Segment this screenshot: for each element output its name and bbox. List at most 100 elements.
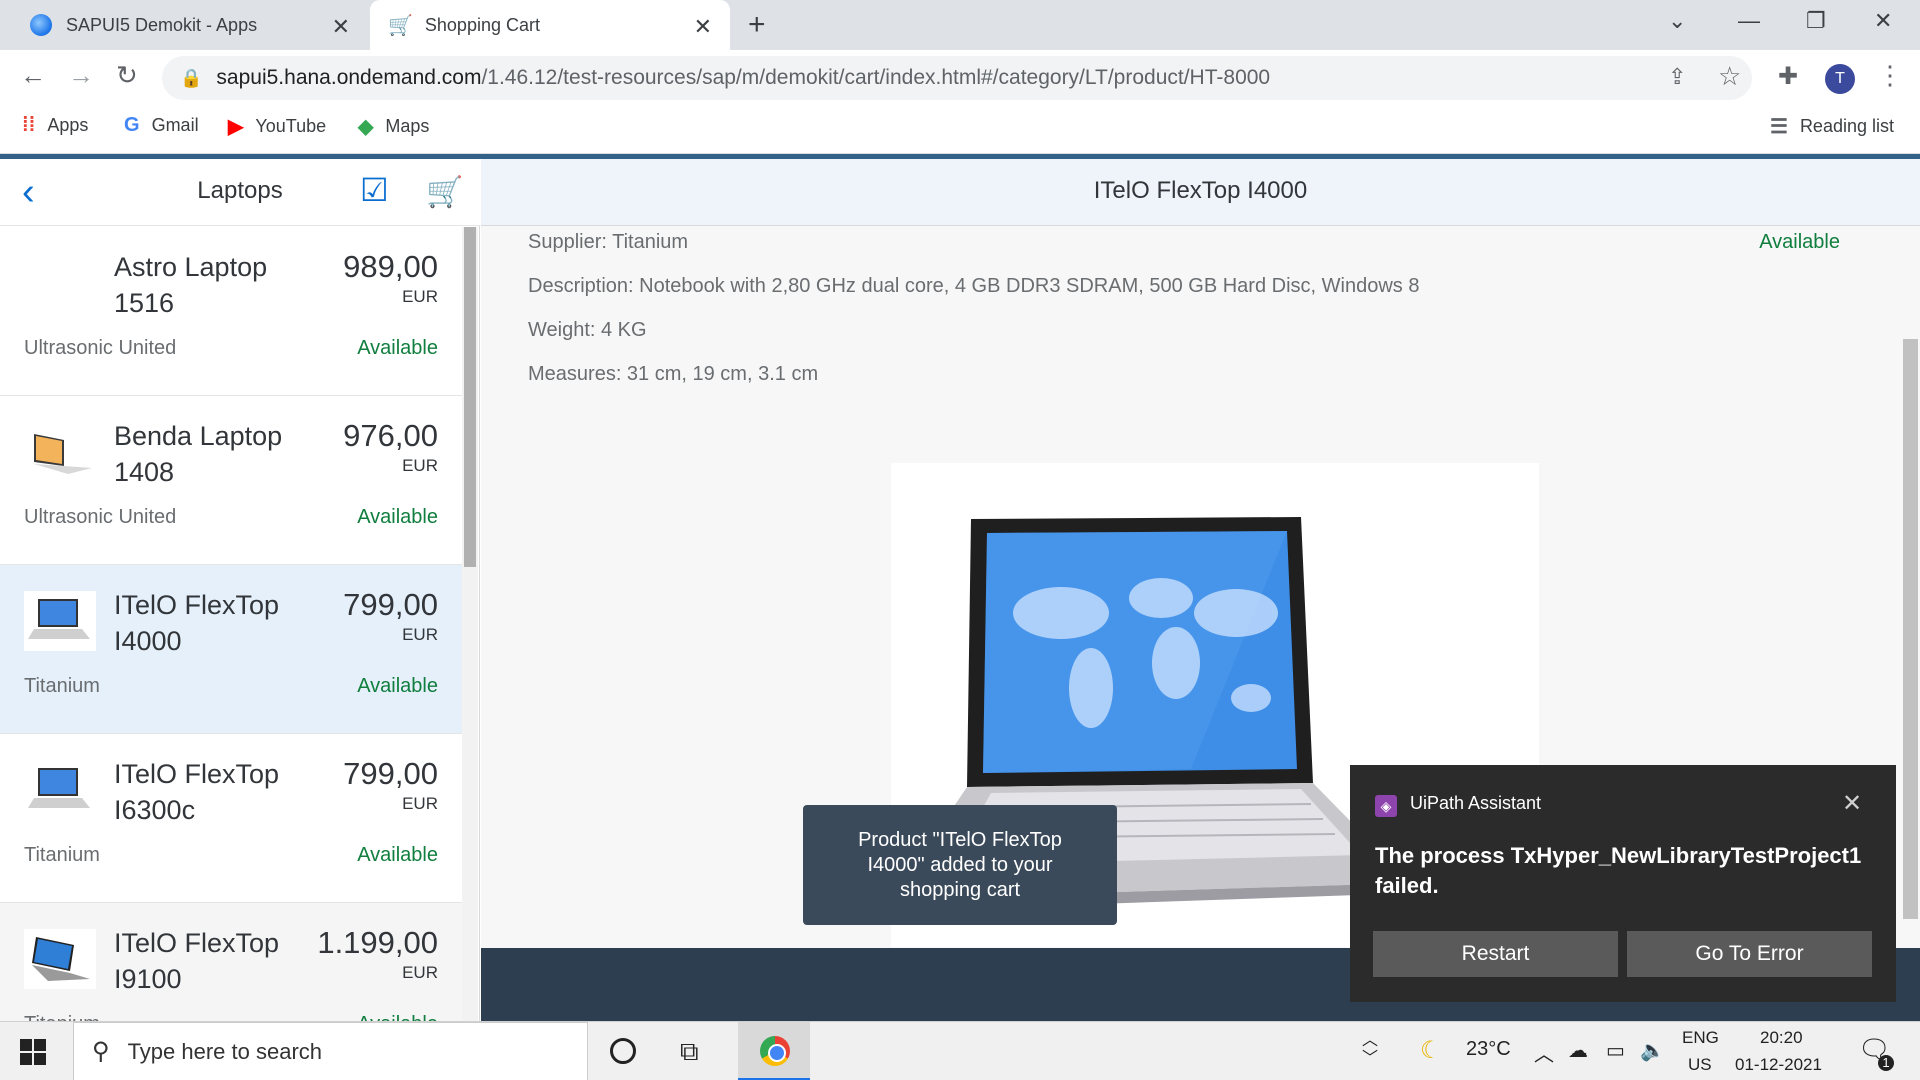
- go-to-error-button[interactable]: Go To Error: [1627, 931, 1872, 977]
- tab-title: Shopping Cart: [424, 14, 540, 35]
- avatar[interactable]: T: [1825, 64, 1855, 94]
- lock-icon: 🔒: [180, 67, 203, 88]
- product-status: Available: [357, 337, 438, 359]
- shopping-cart-icon[interactable]: 🛒: [426, 175, 463, 210]
- list-item[interactable]: ITelO FlexTop I6300c 799,00 EUR Titanium…: [0, 734, 462, 903]
- product-currency: EUR: [402, 456, 438, 475]
- product-price: 989,00: [343, 249, 438, 284]
- reading-list-icon: ☰: [1770, 116, 1788, 138]
- bookmark-youtube[interactable]: ▶ YouTube: [228, 114, 326, 139]
- product-supplier: Titanium: [24, 675, 100, 697]
- list-item-selected[interactable]: ITelO FlexTop I4000 799,00 EUR Titanium …: [0, 565, 462, 734]
- master-pane: ‹ Laptops ☑ 🛒 Astro Laptop 1516 989,00 E…: [0, 159, 480, 1021]
- product-name: ITelO FlexTop I4000: [114, 590, 280, 656]
- product-name: ITelO FlexTop I6300c: [114, 759, 280, 825]
- reading-list-button[interactable]: ☰ Reading list: [1770, 114, 1894, 139]
- chrome-taskbar-button[interactable]: [738, 1022, 810, 1080]
- close-tab-icon[interactable]: ✕: [694, 14, 712, 40]
- product-status: Available: [357, 1013, 438, 1021]
- temperature[interactable]: 23°C: [1466, 1038, 1511, 1061]
- product-name: Benda Laptop 1408: [114, 421, 283, 487]
- product-list: Astro Laptop 1516 989,00 EUR Ultrasonic …: [0, 227, 462, 1021]
- network-icon[interactable]: ▭: [1606, 1038, 1625, 1063]
- tab-title: SAPUI5 Demokit - Apps: [66, 14, 258, 35]
- checklist-icon[interactable]: ☑: [360, 171, 389, 209]
- tab-sapui5-demokit[interactable]: SAPUI5 Demokit - Apps ✕: [0, 0, 368, 50]
- product-currency: EUR: [402, 287, 438, 306]
- bookmark-apps[interactable]: ⁞⁞ Apps: [22, 114, 88, 137]
- overflow-arrows-icon[interactable]: ︿ ﹀: [1362, 1032, 1378, 1068]
- extensions-icon[interactable]: ✚: [1778, 62, 1798, 91]
- bookmark-star-icon[interactable]: ☆: [1718, 61, 1741, 92]
- close-icon[interactable]: ✕: [1842, 789, 1862, 818]
- cart-icon: 🛒: [388, 14, 413, 37]
- search-icon: ⚲: [92, 1038, 110, 1065]
- address-bar[interactable]: 🔒 sapui5.hana.ondemand.com/1.46.12/test-…: [162, 56, 1752, 100]
- google-icon: G: [124, 114, 140, 136]
- list-item[interactable]: Benda Laptop 1408 976,00 EUR Ultrasonic …: [0, 396, 462, 565]
- youtube-icon: ▶: [228, 116, 244, 138]
- cortana-icon[interactable]: [610, 1038, 636, 1064]
- product-supplier: Titanium: [24, 844, 100, 866]
- bookmark-label: YouTube: [255, 116, 327, 136]
- detail-title: ITelO FlexTop I4000: [1093, 177, 1308, 204]
- onedrive-cloud-icon[interactable]: ☁: [1568, 1038, 1588, 1063]
- back-arrow-icon[interactable]: ←: [20, 60, 46, 91]
- laptop-thumbnail: [24, 591, 96, 651]
- bookmark-maps[interactable]: ◆ Maps: [358, 114, 429, 139]
- detail-measures: Measures: 31 cm, 19 cm, 3.1 cm: [528, 363, 819, 385]
- close-window-button[interactable]: ✕: [1874, 8, 1892, 34]
- moon-weather-icon[interactable]: ☾: [1420, 1036, 1442, 1065]
- forward-arrow-icon[interactable]: →: [68, 60, 94, 91]
- detail-description: Description: Notebook with 2,80 GHz dual…: [528, 275, 1420, 297]
- notification-message: The process TxHyper_NewLibraryTestProjec…: [1375, 843, 1862, 898]
- reload-icon[interactable]: ↻: [116, 60, 138, 91]
- url-host: sapui5.hana.ondemand.com: [216, 66, 482, 89]
- tab-shopping-cart[interactable]: 🛒 Shopping Cart ✕: [370, 0, 730, 50]
- clock-time[interactable]: 20:20: [1760, 1028, 1803, 1048]
- bookmark-label: Maps: [385, 116, 430, 136]
- reading-list-label: Reading list: [1799, 116, 1894, 136]
- close-tab-icon[interactable]: ✕: [332, 14, 350, 40]
- product-supplier: Ultrasonic United: [24, 506, 177, 528]
- search-placeholder: Type here to search: [127, 1038, 323, 1064]
- task-view-icon[interactable]: ⧉: [680, 1036, 699, 1068]
- laptop-thumbnail: [34, 434, 92, 474]
- product-price: 976,00: [343, 418, 438, 453]
- new-tab-button[interactable]: +: [748, 8, 766, 42]
- product-name: Astro Laptop 1516: [114, 252, 268, 318]
- restore-button[interactable]: ❐: [1806, 8, 1826, 34]
- tab-search-icon[interactable]: ⌄: [1668, 8, 1686, 34]
- product-price: 799,00: [343, 587, 438, 622]
- bookmark-gmail[interactable]: G Gmail: [124, 114, 199, 137]
- detail-weight: Weight: 4 KG: [528, 319, 647, 341]
- laptop-thumbnail: [28, 768, 90, 808]
- taskbar-search-box[interactable]: ⚲ Type here to search: [73, 1022, 588, 1080]
- minimize-button[interactable]: —: [1738, 8, 1760, 34]
- product-status: Available: [357, 844, 438, 866]
- message-toast: Product "ITelO FlexTop I4000" added to y…: [803, 805, 1117, 925]
- product-status: Available: [357, 506, 438, 528]
- region-code[interactable]: US: [1688, 1055, 1712, 1075]
- url-path: /1.46.12/test-resources/sap/m/demokit/ca…: [481, 66, 1271, 89]
- bookmark-label: Gmail: [151, 115, 199, 135]
- taskbar: ⚲ Type here to search ⧉ ︿ ﹀ ☾ 23°C ︿ ☁ ▭ …: [0, 1021, 1920, 1080]
- windows-start-icon[interactable]: [20, 1039, 46, 1065]
- kebab-menu-icon[interactable]: ⋮: [1877, 60, 1903, 91]
- detail-scrollbar-thumb[interactable]: [1903, 339, 1918, 919]
- product-price: 1.199,00: [317, 925, 438, 960]
- clock-date[interactable]: 01-12-2021: [1735, 1055, 1822, 1075]
- list-scrollbar-thumb[interactable]: [464, 227, 476, 567]
- list-item[interactable]: ITelO FlexTop I9100 1.199,00 EUR Titaniu…: [0, 903, 462, 1021]
- product-supplier: Ultrasonic United: [24, 337, 177, 359]
- volume-icon[interactable]: 🔈: [1640, 1038, 1665, 1063]
- master-title: Laptops: [197, 177, 283, 204]
- back-chevron-icon[interactable]: ‹: [22, 171, 35, 214]
- share-icon[interactable]: ⇪: [1668, 64, 1686, 90]
- language-code[interactable]: ENG: [1682, 1028, 1719, 1048]
- globe-icon: [30, 14, 52, 36]
- show-hidden-icons[interactable]: ︿: [1534, 1038, 1554, 1067]
- list-item[interactable]: Astro Laptop 1516 989,00 EUR Ultrasonic …: [0, 227, 462, 396]
- restart-button[interactable]: Restart: [1373, 931, 1618, 977]
- notification-app-name: UiPath Assistant: [1410, 793, 1542, 813]
